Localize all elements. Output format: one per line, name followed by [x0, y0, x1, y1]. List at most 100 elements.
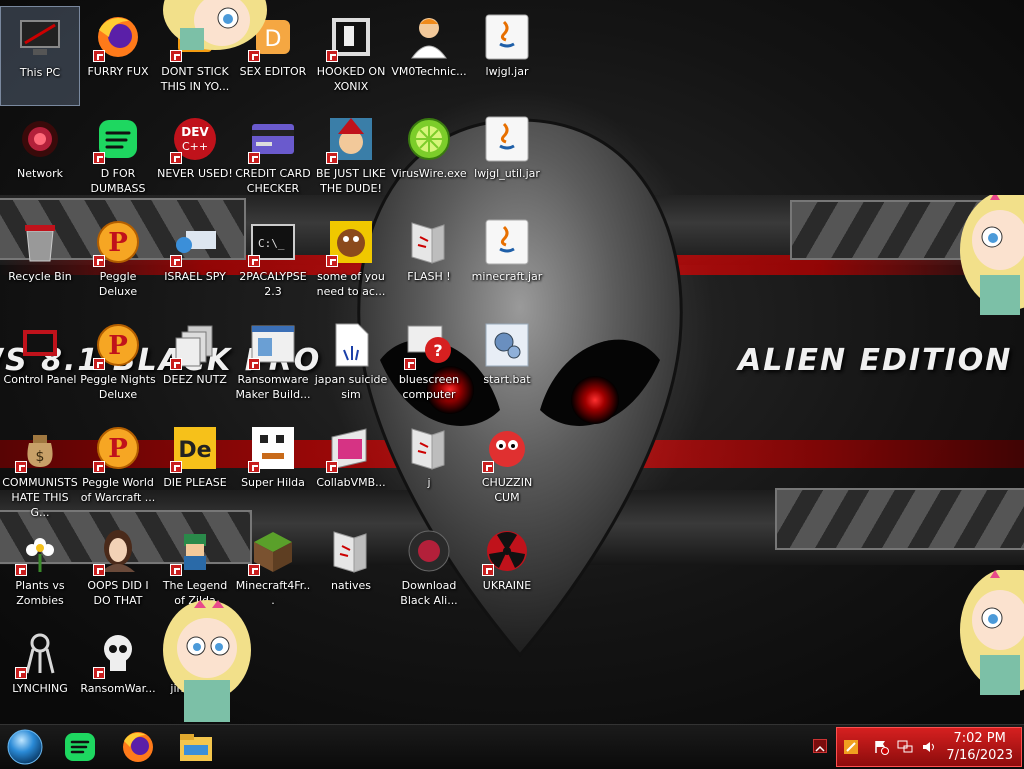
- action-center-icon[interactable]: [873, 739, 889, 755]
- desktop-icon-flash[interactable]: FLASH !: [389, 211, 469, 311]
- taskbar-spotify-button[interactable]: [60, 729, 100, 765]
- desktop-icon-vm0technic[interactable]: VM0Technic...: [389, 6, 469, 106]
- peggle-icon: P: [93, 320, 143, 370]
- desktop-icon-deez-nutz[interactable]: DEEZ NUTZ: [155, 314, 235, 414]
- desktop-icon-ransomware-maker-build[interactable]: Ransomware Maker Build...: [233, 314, 313, 414]
- desktop-icon-d-for-dumbass[interactable]: D FOR DUMBASS: [78, 108, 158, 208]
- desktop-icon-be-just-like-the-dude[interactable]: BE JUST LIKE THE DUDE!: [311, 108, 391, 208]
- cartoon-girl-sticker: [163, 0, 267, 50]
- desktop-icon-download-black-ali[interactable]: Download Black Ali...: [389, 520, 469, 620]
- file-explorer-icon: [180, 734, 212, 761]
- desktop-icon-plants-vs-zombies[interactable]: Plants vs Zombies: [0, 520, 80, 620]
- network-tray-icon[interactable]: [897, 739, 913, 755]
- desktop-icon-israel-spy[interactable]: ISRAEL SPY: [155, 211, 235, 311]
- desktop-icon-peggle-world-of-warcraft[interactable]: P Peggle World of Warcraft ...: [78, 417, 158, 517]
- svg-text:DEV: DEV: [181, 125, 209, 139]
- network-icon: [15, 114, 65, 164]
- desktop-icon-some-of-you-need-to-ac[interactable]: some of you need to ac...: [311, 211, 391, 311]
- doctor-icon: [404, 12, 454, 62]
- folder-icon: [404, 423, 454, 473]
- desktop-icon-minecraft-jar[interactable]: minecraft.jar: [467, 211, 547, 311]
- svg-text:$: $: [36, 449, 45, 465]
- show-hidden-icon: [815, 745, 825, 752]
- desktop-icon-furry-fux[interactable]: FURRY FUX: [78, 6, 158, 106]
- desktop-icon-label: HOOKED ON XONIX: [316, 65, 386, 93]
- desktop-icon-collabvmb[interactable]: CollabVMB...: [311, 417, 391, 517]
- shortcut-arrow-icon: [482, 564, 494, 576]
- desktop[interactable]: WS 8.1 BLACK PRO ALIEN EDITION 201 This …: [0, 0, 1024, 724]
- desktop-icon-lynching[interactable]: LYNCHING: [0, 623, 80, 723]
- desktop-icon-label: NEVER USED!: [157, 167, 233, 180]
- desktop-icon-label: RansomWar...: [80, 682, 156, 695]
- desktop-icon-chuzzin-cum[interactable]: CHUZZIN CUM: [467, 417, 547, 517]
- volume-icon[interactable]: [921, 739, 937, 755]
- desktop-icon-hooked-on-xonix[interactable]: HOOKED ON XONIX: [311, 6, 391, 106]
- terminal-icon: C:\_: [248, 217, 298, 267]
- start-button[interactable]: [4, 729, 44, 765]
- desktop-icon-recycle-bin[interactable]: Recycle Bin: [0, 211, 80, 311]
- desktop-icon-label: Network: [17, 167, 63, 180]
- desktop-icon-lwjgl-jar[interactable]: lwjgl.jar: [467, 6, 547, 106]
- cartoon-girl-sticker: [163, 600, 251, 722]
- desktop-icon-bluescreen-computer[interactable]: ? bluescreen computer: [389, 314, 469, 414]
- show-hidden-icons-button[interactable]: [813, 739, 827, 753]
- desktop-icon-start-bat[interactable]: start.bat: [467, 314, 547, 414]
- desktop-icon-communists-hate-this-g[interactable]: $ COMMUNISTS HATE THIS G...: [0, 417, 80, 519]
- pages-icon: [170, 320, 220, 370]
- shortcut-arrow-icon: [170, 152, 182, 164]
- desktop-icon-ransomwar[interactable]: RansomWar...: [78, 623, 158, 723]
- taskbar-firefox-button[interactable]: [118, 729, 158, 765]
- desktop-icon-peggle-deluxe[interactable]: P Peggle Deluxe: [78, 211, 158, 311]
- folder-icon: [326, 526, 376, 576]
- svg-text:De: De: [178, 438, 211, 463]
- desktop-icon-label: Download Black Ali...: [400, 579, 458, 607]
- grass-block-icon: [248, 526, 298, 576]
- java-icon: [482, 114, 532, 164]
- desktop-icon-label: Peggle Nights Deluxe: [80, 373, 156, 401]
- desktop-icon-super-hilda[interactable]: Super Hilda: [233, 417, 313, 517]
- desktop-icon-credit-card-checker[interactable]: CREDIT CARD CHECKER: [233, 108, 313, 208]
- shortcut-arrow-icon: [326, 152, 338, 164]
- desktop-icon-label: some of you need to ac...: [316, 270, 386, 298]
- control-panel-icon: [15, 320, 65, 370]
- elf-icon: [326, 114, 376, 164]
- knot-icon: [15, 629, 65, 679]
- taskbar-file-explorer-button[interactable]: [176, 729, 216, 765]
- desktop-icon-label: VirusWire.exe: [391, 167, 467, 180]
- card-icon: [248, 114, 298, 164]
- peggle-icon: P: [93, 423, 143, 473]
- skull-icon: [93, 629, 143, 679]
- desktop-icon-label: UKRAINE: [482, 579, 532, 592]
- desktop-icon-ukraine[interactable]: UKRAINE: [467, 520, 547, 620]
- desktop-icon-japan-suicide-sim[interactable]: japan suicide sim: [311, 314, 391, 414]
- desktop-icon-never-used[interactable]: DEV C++ NEVER USED!: [155, 108, 235, 208]
- shortcut-arrow-icon: [326, 255, 338, 267]
- desktop-icon-label: FURRY FUX: [87, 65, 149, 78]
- java-icon: [482, 12, 532, 62]
- desktop-icon-oops-did-i-do-that[interactable]: OOPS DID I DO THAT: [78, 520, 158, 620]
- desktop-icon-this-pc[interactable]: This PC: [0, 6, 80, 106]
- desktop-icon-die-please[interactable]: De DIE PLEASE: [155, 417, 235, 517]
- app-tray-icon[interactable]: [843, 739, 859, 755]
- desktop-icon-label: DONT STICK THIS IN YO...: [160, 65, 230, 93]
- shortcut-arrow-icon: [170, 564, 182, 576]
- desktop-icon-peggle-nights-deluxe[interactable]: P Peggle Nights Deluxe: [78, 314, 158, 414]
- portrait-icon: [93, 526, 143, 576]
- desktop-icon-label: SEX EDITOR: [239, 65, 307, 78]
- desktop-icon-j[interactable]: j: [389, 417, 469, 517]
- spotify-icon: [65, 733, 95, 761]
- desktop-icon-label: CREDIT CARD CHECKER: [235, 167, 311, 195]
- desktop-icon-viruswire-exe[interactable]: VirusWire.exe: [389, 108, 469, 208]
- svg-text:P: P: [108, 434, 128, 464]
- desktop-icon-label: This PC: [19, 66, 61, 79]
- clock[interactable]: 7:02 PM 7/16/2023: [946, 730, 1013, 764]
- desktop-icon-network[interactable]: Network: [0, 108, 80, 208]
- flower-icon: [15, 526, 65, 576]
- desktop-icon-control-panel[interactable]: Control Panel: [0, 314, 80, 414]
- desktop-icon-label: minecraft.jar: [471, 270, 543, 283]
- shortcut-arrow-icon: [15, 461, 27, 473]
- desktop-icon-natives[interactable]: natives: [311, 520, 391, 620]
- desktop-icon-label: start.bat: [483, 373, 531, 386]
- desktop-icon-2pacalypse-2-3[interactable]: C:\_ 2PACALYPSE 2.3: [233, 211, 313, 311]
- desktop-icon-lwjgl-util-jar[interactable]: lwjgl_util.jar: [467, 108, 547, 208]
